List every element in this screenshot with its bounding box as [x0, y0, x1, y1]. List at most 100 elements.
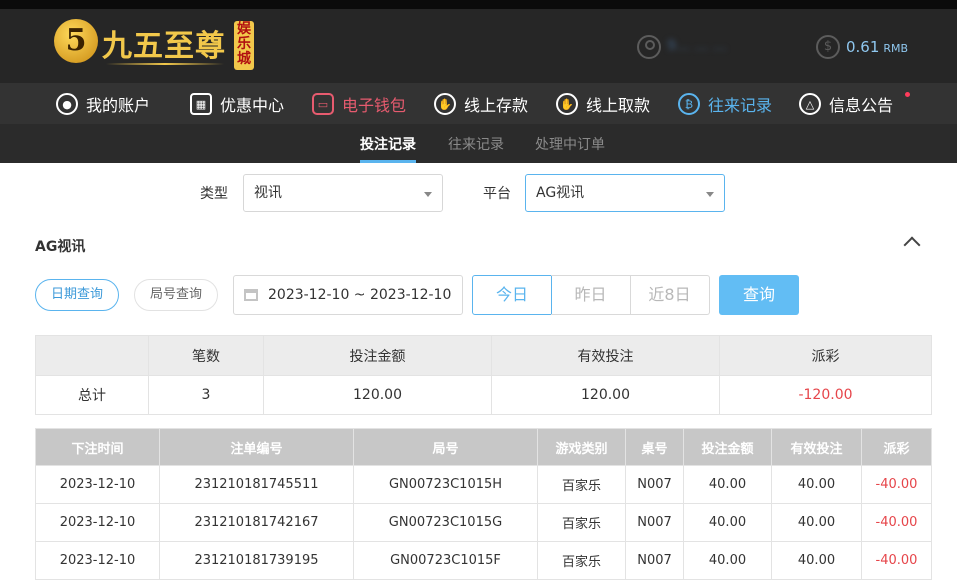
bell-icon: △ [799, 93, 821, 115]
site-logo[interactable]: 5 九五至尊 娱乐城 [54, 19, 258, 71]
bet-amount-cell: 40.00 [683, 541, 772, 580]
logo-underline [106, 63, 224, 65]
wallet-icon: ▭ [312, 93, 334, 115]
bet-time-cell: 2023-12-10 [35, 503, 160, 542]
round-query-button[interactable]: 局号查询 [134, 279, 218, 311]
table-no-cell: N007 [625, 541, 684, 580]
bet-id-cell: 231210181745511 [159, 465, 354, 504]
balance-amount: 0.61 RMB [846, 35, 908, 61]
table-row[interactable]: 2023-12-10 231210181739195 GN00723C1015F… [35, 541, 932, 580]
user-icon: ● [56, 93, 78, 115]
bet-time-cell: 2023-12-10 [35, 541, 160, 580]
detail-header-cell: 局号 [353, 428, 538, 466]
table-row[interactable]: 2023-12-10 231210181745511 GN00723C1015H… [35, 465, 932, 504]
summary-total-row: 总计 3 120.00 120.00 -120.00 [35, 375, 932, 415]
type-select[interactable]: 视讯 [243, 174, 443, 212]
top-strip [0, 0, 957, 9]
table-row[interactable]: 2023-12-10 231210181742167 GN00723C1015G… [35, 503, 932, 542]
nav-my-account[interactable]: ● 我的账户 [56, 90, 150, 118]
nav-label: 往来记录 [708, 96, 773, 115]
logo-text: 九五至尊 [102, 29, 226, 64]
balance-value: 0.61 [846, 38, 880, 56]
bet-amount-cell: 40.00 [683, 503, 772, 542]
payout-cell: -40.00 [861, 541, 932, 580]
valid-bet-cell: 40.00 [771, 465, 862, 504]
game-type-cell: 百家乐 [537, 541, 626, 580]
query-button[interactable]: 查询 [719, 275, 799, 315]
summary-header-cell: 笔数 [148, 335, 264, 376]
detail-header-cell: 派彩 [861, 428, 932, 466]
tab-transaction-records[interactable]: 往来记录 [448, 134, 504, 154]
round-id-cell: GN00723C1015F [353, 541, 538, 580]
bet-id-cell: 231210181742167 [159, 503, 354, 542]
nav-online-deposit[interactable]: ✋ 线上存款 [434, 90, 528, 118]
nav-online-withdraw[interactable]: ✋ 线上取款 [556, 90, 650, 118]
nav-announcements[interactable]: △ 信息公告 [799, 90, 893, 118]
round-id-cell: GN00723C1015H [353, 465, 538, 504]
date-query-button[interactable]: 日期查询 [35, 279, 119, 311]
today-button[interactable]: 今日 [472, 275, 552, 315]
platform-select-value: AG视讯 [536, 185, 585, 201]
detail-header-cell: 投注金额 [683, 428, 772, 466]
header: 5 九五至尊 娱乐城 9… … … $ 0.61 RMB [0, 9, 957, 83]
logo-number: 5 [65, 23, 87, 58]
summary-header-row: 笔数 投注金额 有效投注 派彩 [35, 335, 932, 376]
detail-header-row: 下注时间 注单编号 局号 游戏类别 桌号 投注金额 有效投注 派彩 [35, 428, 932, 466]
payout-cell: -40.00 [861, 465, 932, 504]
yesterday-button[interactable]: 昨日 [551, 275, 631, 315]
detail-header-cell: 游戏类别 [537, 428, 626, 466]
bet-amount-cell: 40.00 [683, 465, 772, 504]
logo-badge-text: 娱乐城 [237, 21, 251, 67]
currency-label: RMB [883, 42, 909, 55]
summary-table: 笔数 投注金额 有效投注 派彩 总计 3 120.00 120.00 -120.… [35, 335, 932, 415]
platform-label: 平台 [483, 186, 511, 202]
nav-transaction-records[interactable]: ₿ 往来记录 [678, 90, 772, 118]
payout-cell: -40.00 [861, 503, 932, 542]
summary-cell: -120.00 [719, 375, 932, 415]
user-icon [637, 35, 661, 59]
detail-header-cell: 注单编号 [159, 428, 354, 466]
withdraw-icon: ✋ [556, 93, 578, 115]
gift-icon: ▦ [190, 93, 212, 115]
type-label: 类型 [200, 186, 228, 202]
chevron-down-icon [706, 192, 714, 197]
sub-nav: 投注记录 往来记录 处理中订单 [0, 124, 957, 163]
logo-emblem: 5 [54, 19, 98, 63]
last-8-days-button[interactable]: 近8日 [630, 275, 710, 315]
nav-label: 电子钱包 [342, 96, 407, 115]
date-range-input[interactable]: 2023-12-10 ~ 2023-12-10 [233, 275, 463, 315]
active-tab-indicator [360, 160, 416, 163]
currency-icon: $ [816, 35, 840, 59]
summary-cell: 总计 [35, 375, 149, 415]
chevron-up-icon[interactable] [903, 236, 921, 254]
detail-header-cell: 桌号 [625, 428, 684, 466]
record-icon: ₿ [678, 93, 700, 115]
table-no-cell: N007 [625, 503, 684, 542]
platform-select[interactable]: AG视讯 [525, 174, 725, 212]
bet-id-cell: 231210181739195 [159, 541, 354, 580]
round-id-cell: GN00723C1015G [353, 503, 538, 542]
game-type-cell: 百家乐 [537, 503, 626, 542]
detail-header-cell: 下注时间 [35, 428, 160, 466]
nav-label: 我的账户 [86, 96, 151, 115]
nav-label: 线上存款 [464, 96, 529, 115]
game-type-cell: 百家乐 [537, 465, 626, 504]
main-nav: ● 我的账户 ▦ 优惠中心 ▭ 电子钱包 ✋ 线上存款 ✋ 线上取款 ₿ 往来记录 △ 信息公… [0, 83, 957, 124]
summary-header-cell: 派彩 [719, 335, 932, 376]
tab-pending-orders[interactable]: 处理中订单 [535, 134, 605, 154]
valid-bet-cell: 40.00 [771, 503, 862, 542]
bet-time-cell: 2023-12-10 [35, 465, 160, 504]
section-title: AG视讯 [35, 239, 86, 255]
deposit-icon: ✋ [434, 93, 456, 115]
nav-label: 信息公告 [829, 96, 894, 115]
nav-e-wallet[interactable]: ▭ 电子钱包 [312, 90, 406, 118]
nav-promotions[interactable]: ▦ 优惠中心 [190, 90, 284, 118]
nav-label: 线上取款 [586, 96, 651, 115]
date-range-value: 2023-12-10 ~ 2023-12-10 [268, 287, 452, 303]
chevron-down-icon [424, 192, 432, 197]
detail-header-cell: 有效投注 [771, 428, 862, 466]
summary-cell: 120.00 [263, 375, 492, 415]
tab-bet-records[interactable]: 投注记录 [360, 134, 416, 154]
valid-bet-cell: 40.00 [771, 541, 862, 580]
nav-label: 优惠中心 [220, 96, 285, 115]
